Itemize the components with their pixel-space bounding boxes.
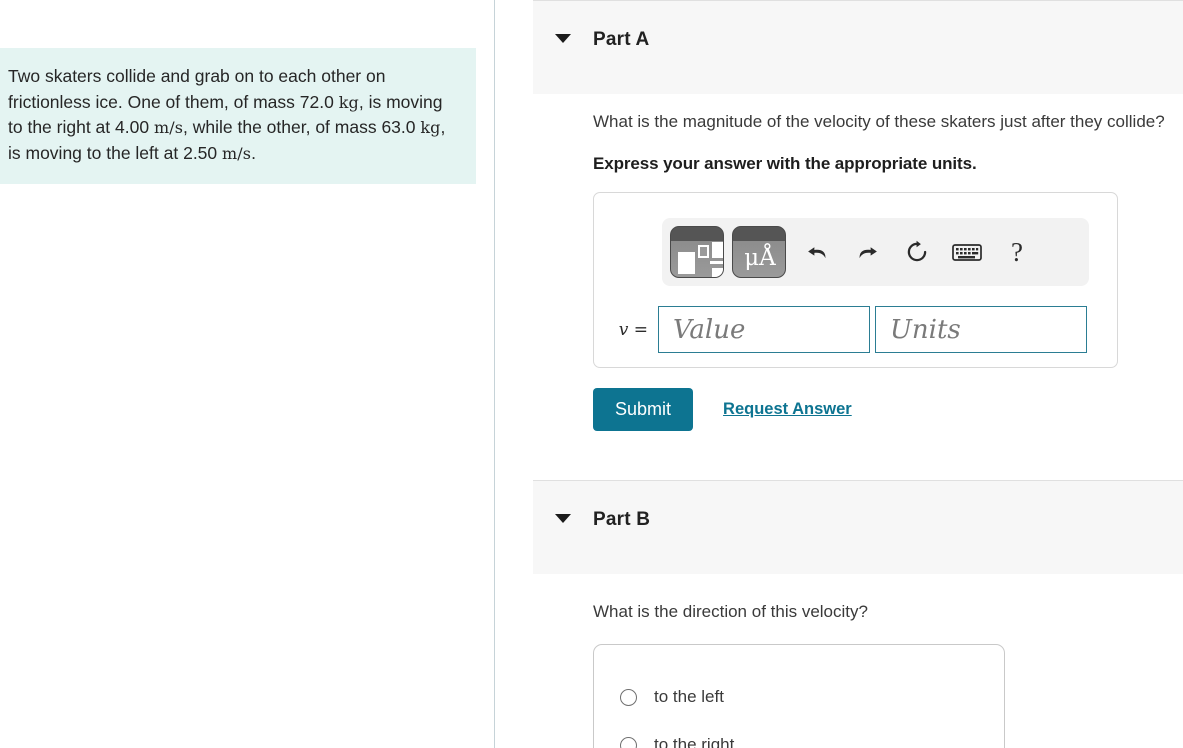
pane-divider <box>494 0 495 748</box>
part-a-title: Part A <box>593 29 650 50</box>
help-button[interactable]: ? <box>994 229 1040 275</box>
part-a-body: What is the magnitude of the velocity of… <box>533 110 1183 431</box>
part-b-header[interactable]: Part B <box>533 480 1183 574</box>
reset-button[interactable] <box>894 229 940 275</box>
problem-segment-0: Two skaters collide and grab on to each … <box>8 66 386 112</box>
part-a-instruction: Express your answer with the appropriate… <box>593 154 977 173</box>
assignment-page: Two skaters collide and grab on to each … <box>0 0 1183 748</box>
problem-pane: Two skaters collide and grab on to each … <box>0 0 476 748</box>
part-a-header[interactable]: Part A <box>533 0 1183 94</box>
choice-option-to-the-left[interactable]: to the left <box>594 673 1004 721</box>
template-shape-1 <box>678 252 695 274</box>
problem-segment-8: . <box>251 142 256 163</box>
radio-icon[interactable] <box>620 688 637 706</box>
questions-pane: Part A What is the magnitude of the velo… <box>533 0 1183 748</box>
problem-statement: Two skaters collide and grab on to each … <box>0 48 476 184</box>
problem-segment-3: m/s <box>153 118 184 137</box>
radio-icon[interactable] <box>620 736 637 748</box>
answer-toolbar: μÅ ? <box>662 218 1089 286</box>
choice-option-to-the-right[interactable]: to the right <box>594 721 1004 748</box>
part-b-title: Part B <box>593 509 651 530</box>
variable-label: v = <box>618 319 648 340</box>
answer-input-row: v = <box>594 306 1117 353</box>
choice-label: to the right <box>654 735 735 748</box>
units-button-label: μÅ <box>744 245 776 271</box>
template-shape-2 <box>698 245 709 258</box>
math-templates-button[interactable] <box>670 226 724 278</box>
caret-down-icon[interactable] <box>555 34 571 43</box>
part-b-body: What is the direction of this velocity? … <box>533 600 1183 748</box>
part-a-actions: Submit Request Answer <box>593 388 1183 431</box>
problem-segment-7: m/s <box>222 143 252 163</box>
template-shape-4 <box>710 261 723 264</box>
request-answer-link[interactable]: Request Answer <box>723 400 852 419</box>
choice-group: to the left to the right <box>593 644 1005 748</box>
problem-segment-4: , while the other, of mass 63.0 <box>183 117 421 137</box>
part-b-question: What is the direction of this velocity? <box>593 602 868 621</box>
value-input[interactable] <box>658 306 870 353</box>
problem-segment-1: kg <box>338 92 359 112</box>
units-button[interactable]: μÅ <box>732 226 786 278</box>
problem-segment-5: kg <box>420 118 441 137</box>
keyboard-shortcuts-button[interactable] <box>944 229 990 275</box>
template-shape-5 <box>712 268 723 277</box>
units-input[interactable] <box>875 306 1087 353</box>
submit-button[interactable]: Submit <box>593 388 694 431</box>
answer-entry-box: μÅ ? v = Value Units <box>593 192 1118 368</box>
caret-down-icon[interactable] <box>555 514 571 523</box>
redo-button[interactable] <box>844 229 890 275</box>
undo-button[interactable] <box>794 229 840 275</box>
help-button-label: ? <box>1011 236 1023 267</box>
template-shape-3 <box>712 242 723 258</box>
choice-label: to the left <box>654 687 724 706</box>
part-a-question: What is the magnitude of the velocity of… <box>593 112 1165 131</box>
